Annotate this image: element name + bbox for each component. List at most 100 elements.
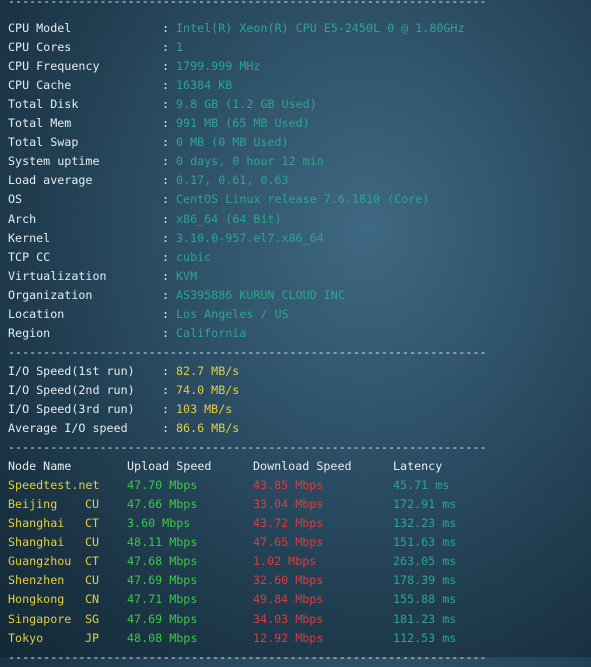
upload-speed: 48.08 Mbps <box>127 630 198 645</box>
download-speed: 12.92 Mbps <box>253 630 324 645</box>
upload-speed: 48.11 Mbps <box>127 535 198 550</box>
node-name: Singapore <box>8 611 72 626</box>
info-value: 1 <box>176 40 184 55</box>
info-colon: : <box>162 211 170 226</box>
latency-value: 112.53 ms <box>393 630 457 645</box>
info-row: CPU Model: Intel(R) Xeon(R) CPU E5-2450L … <box>8 19 591 38</box>
separator-line: ----------------------------------------… <box>8 648 591 667</box>
speed-row: Shenzhen CU 47.69 Mbps 32.60 Mbps 178.39 ms <box>8 571 591 590</box>
info-value: California <box>176 325 247 340</box>
speed-row: Hongkong CN 47.71 Mbps 49.84 Mbps 155.88 ms <box>8 590 591 609</box>
info-colon: : <box>162 268 170 283</box>
download-speed: 34.03 Mbps <box>253 611 324 626</box>
info-label: Total Disk <box>8 97 79 112</box>
header-latency: Latency <box>393 459 443 474</box>
node-name: Speedtest.net <box>8 478 100 493</box>
info-value: 9.8 GB (1.2 GB Used) <box>176 97 317 112</box>
info-value: 0 days, 0 hour 12 min <box>176 154 324 169</box>
node-isp: CN <box>85 592 100 607</box>
info-label: System uptime <box>8 154 100 169</box>
node-isp: CT <box>85 554 100 569</box>
node-isp: CU <box>85 573 100 588</box>
info-label: Load average <box>8 173 93 188</box>
latency-value: 263.05 ms <box>393 554 457 569</box>
info-row: CPU Frequency:1799.999 MHz <box>8 57 591 76</box>
io-label: I/O Speed(3rd run) <box>8 401 135 416</box>
info-label: CPU Cache <box>8 78 72 93</box>
io-colon: : <box>162 421 170 436</box>
info-row: System uptime:0 days, 0 hour 12 min <box>8 152 591 171</box>
node-isp: JP <box>85 630 100 645</box>
info-colon: : <box>162 192 170 207</box>
info-colon: : <box>162 40 170 55</box>
latency-value: 178.39 ms <box>393 573 457 588</box>
speed-table: Speedtest.net 47.70 Mbps 43.85 Mbps 45.71 m… <box>8 476 591 647</box>
upload-speed: 47.69 Mbps <box>127 611 198 626</box>
io-value: 82.7 MB/s <box>176 363 240 378</box>
latency-value: 151.63 ms <box>393 535 457 550</box>
info-value: Intel(R) Xeon(R) CPU E5-2450L 0 @ 1.80GH… <box>176 21 465 36</box>
info-colon: : <box>162 135 170 150</box>
info-colon: : <box>162 154 170 169</box>
io-label: Average I/O speed <box>8 421 128 436</box>
info-row: Total Disk:9.8 GB (1.2 GB Used) <box>8 95 591 114</box>
info-row: Organization: AS395886 KURUN CLOUD INC <box>8 286 591 305</box>
info-colon: : <box>162 230 170 245</box>
info-label: Region <box>8 325 51 340</box>
download-speed: 33.04 Mbps <box>253 497 324 512</box>
speed-row: Guangzhou CT 47.68 Mbps 1.02 Mbps 263.05 ms <box>8 552 591 571</box>
info-colon: : <box>162 287 170 302</box>
separator-text: ----------------------------------------… <box>8 649 487 664</box>
info-label: CPU Cores <box>8 40 72 55</box>
info-value: AS395886 KURUN CLOUD INC <box>176 287 345 302</box>
info-label: Total Swap <box>8 135 79 150</box>
info-colon: : <box>162 78 170 93</box>
node-isp: SG <box>85 611 100 626</box>
info-row: Region: California <box>8 324 591 343</box>
info-row: Location: Los Angeles / US <box>8 305 591 324</box>
info-colon: : <box>162 59 170 74</box>
info-value: Los Angeles / US <box>176 306 289 321</box>
latency-value: 181.23 ms <box>393 611 457 626</box>
info-value: 991 MB (65 MB Used) <box>176 116 310 131</box>
io-row: I/O Speed(1st run):82.7 MB/s <box>8 362 591 381</box>
io-label: I/O Speed(1st run) <box>8 363 135 378</box>
header-node-name: Node Name <box>8 459 72 474</box>
speed-row: Speedtest.net 47.70 Mbps 43.85 Mbps 45.71 m… <box>8 476 591 495</box>
info-label: Location <box>8 306 65 321</box>
info-row: Kernel:3.10.0-957.el7.x86_64 <box>8 229 591 248</box>
speed-row: Tokyo JP 48.08 Mbps 12.92 Mbps 112.53 ms <box>8 629 591 648</box>
io-row: I/O Speed(2nd run):74.0 MB/s <box>8 381 591 400</box>
upload-speed: 47.69 Mbps <box>127 573 198 588</box>
info-colon: : <box>162 173 170 188</box>
info-label: Arch <box>8 211 37 226</box>
download-speed: 49.84 Mbps <box>253 592 324 607</box>
download-speed: 43.72 Mbps <box>253 516 324 531</box>
info-colon: : <box>162 97 170 112</box>
node-isp: CT <box>85 516 100 531</box>
speed-row: Shanghai CU 48.11 Mbps 47.65 Mbps 151.63 ms <box>8 533 591 552</box>
node-name: Guangzhou <box>8 554 72 569</box>
io-row: I/O Speed(3rd run):103 MB/s <box>8 400 591 419</box>
latency-value: 45.71 ms <box>393 478 450 493</box>
info-value: cubic <box>176 249 212 264</box>
info-colon: : <box>162 306 170 321</box>
info-label: CPU Model <box>8 21 72 36</box>
node-name: Hongkong <box>8 592 65 607</box>
info-value: 0.17, 0.61, 0.63 <box>176 173 289 188</box>
io-value: 86.6 MB/s <box>176 421 240 436</box>
io-label: I/O Speed(2nd run) <box>8 382 135 397</box>
io-colon: : <box>162 363 170 378</box>
info-value: KVM <box>176 268 198 283</box>
node-name: Beijing <box>8 497 58 512</box>
download-speed: 1.02 Mbps <box>253 554 317 569</box>
download-speed: 47.65 Mbps <box>253 535 324 550</box>
info-label: CPU Frequency <box>8 59 100 74</box>
upload-speed: 47.71 Mbps <box>127 592 198 607</box>
io-value: 74.0 MB/s <box>176 382 240 397</box>
info-value: 3.10.0-957.el7.x86_64 <box>176 230 324 245</box>
info-row: Virtualization: KVM <box>8 267 591 286</box>
node-isp: CU <box>85 497 100 512</box>
terminal-output: ----------------------------------------… <box>8 0 591 667</box>
speed-table-header: Node Name Upload Speed Download Speed La… <box>8 457 591 476</box>
